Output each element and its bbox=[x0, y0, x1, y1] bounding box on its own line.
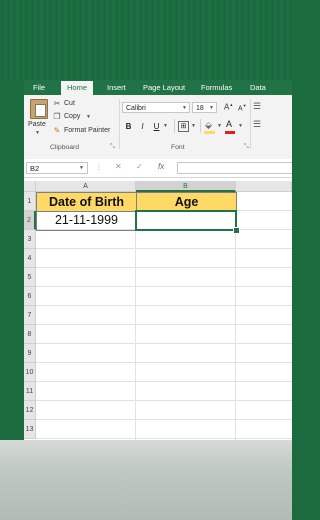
row-header[interactable]: 9 bbox=[24, 344, 36, 363]
column-header-b[interactable]: B bbox=[136, 181, 236, 192]
copy-icon: ❐ bbox=[53, 112, 61, 121]
name-box[interactable]: B2 ▼ bbox=[26, 162, 88, 174]
gridline bbox=[36, 286, 292, 287]
excel-window: File Home Insert Page Layout Formulas Da… bbox=[24, 80, 292, 440]
gridline bbox=[36, 324, 292, 325]
row-header[interactable]: 11 bbox=[24, 382, 36, 401]
group-separator bbox=[250, 99, 251, 149]
chevron-down-icon: ▼ bbox=[86, 114, 91, 120]
copy-label: Copy bbox=[64, 113, 81, 120]
gridline bbox=[36, 343, 292, 344]
chevron-down-icon: ▼ bbox=[209, 105, 214, 111]
row-header[interactable]: 5 bbox=[24, 268, 36, 287]
gridline bbox=[36, 248, 292, 249]
cut-label: Cut bbox=[64, 100, 75, 107]
borders-icon[interactable]: ⊞ bbox=[178, 121, 189, 132]
underline-button[interactable]: U bbox=[151, 121, 162, 132]
button-divider bbox=[200, 119, 201, 133]
font-name-select[interactable]: Calibri ▼ bbox=[122, 102, 190, 113]
chevron-down-icon[interactable]: ▼ bbox=[163, 123, 168, 129]
background-top bbox=[0, 0, 292, 80]
worksheet-grid[interactable]: A B 1 2 3 4 5 6 7 8 9 10 11 12 13 Date o… bbox=[24, 181, 292, 440]
dialog-launcher-icon[interactable]: ⤡ bbox=[110, 144, 115, 151]
chevron-down-icon: ▼ bbox=[35, 130, 40, 136]
fill-handle[interactable] bbox=[233, 227, 240, 234]
cell-b1[interactable]: Age bbox=[136, 192, 237, 212]
row-header[interactable]: 1 bbox=[24, 192, 36, 211]
font-group-label: Font bbox=[171, 144, 185, 151]
row-header[interactable]: 7 bbox=[24, 306, 36, 325]
align-top-icon[interactable]: ☰ bbox=[253, 101, 261, 112]
group-separator bbox=[119, 99, 120, 149]
clipboard-group-label: Clipboard bbox=[50, 144, 80, 151]
row-header[interactable]: 6 bbox=[24, 287, 36, 306]
column-header-c[interactable] bbox=[236, 181, 292, 192]
insert-function-icon[interactable]: fx bbox=[158, 162, 164, 171]
tab-insert[interactable]: Insert bbox=[107, 83, 126, 92]
gridline bbox=[36, 362, 292, 363]
dialog-launcher-icon[interactable]: ⤡ bbox=[244, 144, 249, 151]
cell-a1[interactable]: Date of Birth bbox=[36, 192, 137, 212]
row-header[interactable]: 4 bbox=[24, 249, 36, 268]
gridline bbox=[36, 267, 292, 268]
more-icon: ⋮ bbox=[96, 165, 102, 171]
decrease-font-icon[interactable]: A▼ bbox=[238, 103, 247, 112]
gridline bbox=[36, 305, 292, 306]
cell-b2[interactable] bbox=[135, 210, 237, 231]
font-name-value: Calibri bbox=[126, 105, 146, 112]
gridline bbox=[36, 381, 292, 382]
select-all-corner[interactable] bbox=[24, 181, 36, 192]
row-header[interactable]: 12 bbox=[24, 401, 36, 420]
row-header[interactable]: 10 bbox=[24, 363, 36, 382]
clipboard-icon bbox=[30, 99, 48, 119]
button-divider bbox=[174, 119, 175, 133]
ribbon-tab-bar: File Home Insert Page Layout Formulas Da… bbox=[24, 80, 292, 95]
name-box-value: B2 bbox=[30, 164, 40, 173]
scissors-icon: ✂ bbox=[53, 99, 61, 108]
brush-icon: ✎ bbox=[53, 126, 61, 135]
font-color-icon: A bbox=[226, 119, 233, 129]
font-color-swatch bbox=[225, 131, 235, 134]
enter-icon[interactable]: ✓ bbox=[136, 162, 143, 171]
font-size-value: 18 bbox=[196, 105, 204, 112]
tab-page-layout[interactable]: Page Layout bbox=[143, 83, 185, 92]
tab-data[interactable]: Data bbox=[250, 83, 266, 92]
bold-button[interactable]: B bbox=[123, 121, 134, 132]
tab-home[interactable]: Home bbox=[61, 81, 94, 95]
increase-font-icon[interactable]: A▲ bbox=[224, 102, 233, 112]
paste-label: Paste bbox=[28, 121, 46, 128]
column-header-a[interactable]: A bbox=[36, 181, 136, 192]
row-header[interactable]: 13 bbox=[24, 420, 36, 439]
tab-file[interactable]: File bbox=[33, 83, 45, 92]
cancel-icon[interactable]: ✕ bbox=[115, 162, 122, 171]
chevron-down-icon[interactable]: ▼ bbox=[238, 123, 243, 129]
italic-button[interactable]: I bbox=[137, 121, 148, 132]
gridline bbox=[36, 419, 292, 420]
align-left-icon[interactable]: ☰ bbox=[253, 119, 261, 130]
ribbon-home: Paste ▼ ✂ Cut ❐ Copy ▼ ✎ Format Painter … bbox=[24, 95, 292, 160]
gridline bbox=[36, 438, 292, 439]
row-header[interactable]: 8 bbox=[24, 325, 36, 344]
chevron-down-icon: ▼ bbox=[79, 165, 84, 171]
row-header[interactable]: 3 bbox=[24, 230, 36, 249]
gridline bbox=[36, 400, 292, 401]
cell-a2[interactable]: 21-11-1999 bbox=[36, 211, 137, 231]
formula-bar: B2 ▼ ⋮ ✕ ✓ fx bbox=[24, 159, 292, 178]
fill-color-swatch bbox=[204, 131, 215, 134]
background-bottom bbox=[0, 440, 292, 520]
chevron-down-icon: ▼ bbox=[182, 105, 187, 111]
paint-bucket-icon: ⬙ bbox=[205, 120, 212, 130]
tab-formulas[interactable]: Formulas bbox=[201, 83, 232, 92]
chevron-down-icon[interactable]: ▼ bbox=[217, 123, 222, 129]
format-painter-label: Format Painter bbox=[64, 127, 111, 134]
chevron-down-icon[interactable]: ▼ bbox=[191, 123, 196, 129]
row-header[interactable]: 2 bbox=[24, 211, 36, 230]
formula-input[interactable] bbox=[177, 162, 292, 174]
font-size-select[interactable]: 18 ▼ bbox=[192, 102, 217, 113]
